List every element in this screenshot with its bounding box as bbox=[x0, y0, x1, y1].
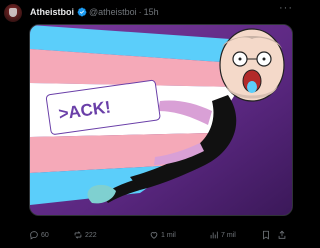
timestamp[interactable]: 15h bbox=[144, 7, 159, 17]
more-options-icon[interactable]: ··· bbox=[279, 2, 293, 14]
separator-dot: · bbox=[138, 7, 142, 17]
views-icon bbox=[210, 231, 218, 239]
like-button[interactable]: 1 mil bbox=[149, 230, 176, 240]
retweet-count: 222 bbox=[85, 231, 97, 239]
figure-head bbox=[219, 28, 285, 102]
avatar-emblem bbox=[9, 8, 17, 17]
tweet[interactable]: Atheistboi @atheistboi · 15h ··· >ACK! 6… bbox=[0, 0, 300, 248]
share-icon bbox=[278, 230, 286, 239]
reply-icon bbox=[30, 231, 38, 240]
handle[interactable]: @atheistboi bbox=[89, 7, 137, 17]
avatar[interactable] bbox=[4, 4, 22, 22]
heart-icon bbox=[150, 232, 158, 239]
tweet-media-image[interactable]: >ACK! bbox=[29, 24, 293, 216]
views-button[interactable]: 7 mil bbox=[209, 230, 236, 240]
meme-illustration: >ACK! bbox=[30, 25, 292, 215]
share-button[interactable] bbox=[277, 230, 287, 240]
action-bar: 60 222 1 mil 7 mil bbox=[29, 228, 293, 242]
bookmark-button[interactable] bbox=[261, 230, 271, 240]
reply-button[interactable]: 60 bbox=[29, 230, 49, 240]
verified-badge-icon bbox=[77, 7, 87, 17]
bookmark-icon bbox=[263, 230, 269, 240]
retweet-icon bbox=[74, 231, 82, 239]
tweet-header: Atheistboi @atheistboi · 15h bbox=[30, 5, 159, 19]
reply-count: 60 bbox=[41, 231, 49, 239]
like-count: 1 mil bbox=[161, 231, 176, 239]
display-name[interactable]: Atheistboi bbox=[30, 7, 74, 17]
retweet-button[interactable]: 222 bbox=[73, 230, 97, 240]
views-count: 7 mil bbox=[221, 231, 236, 239]
